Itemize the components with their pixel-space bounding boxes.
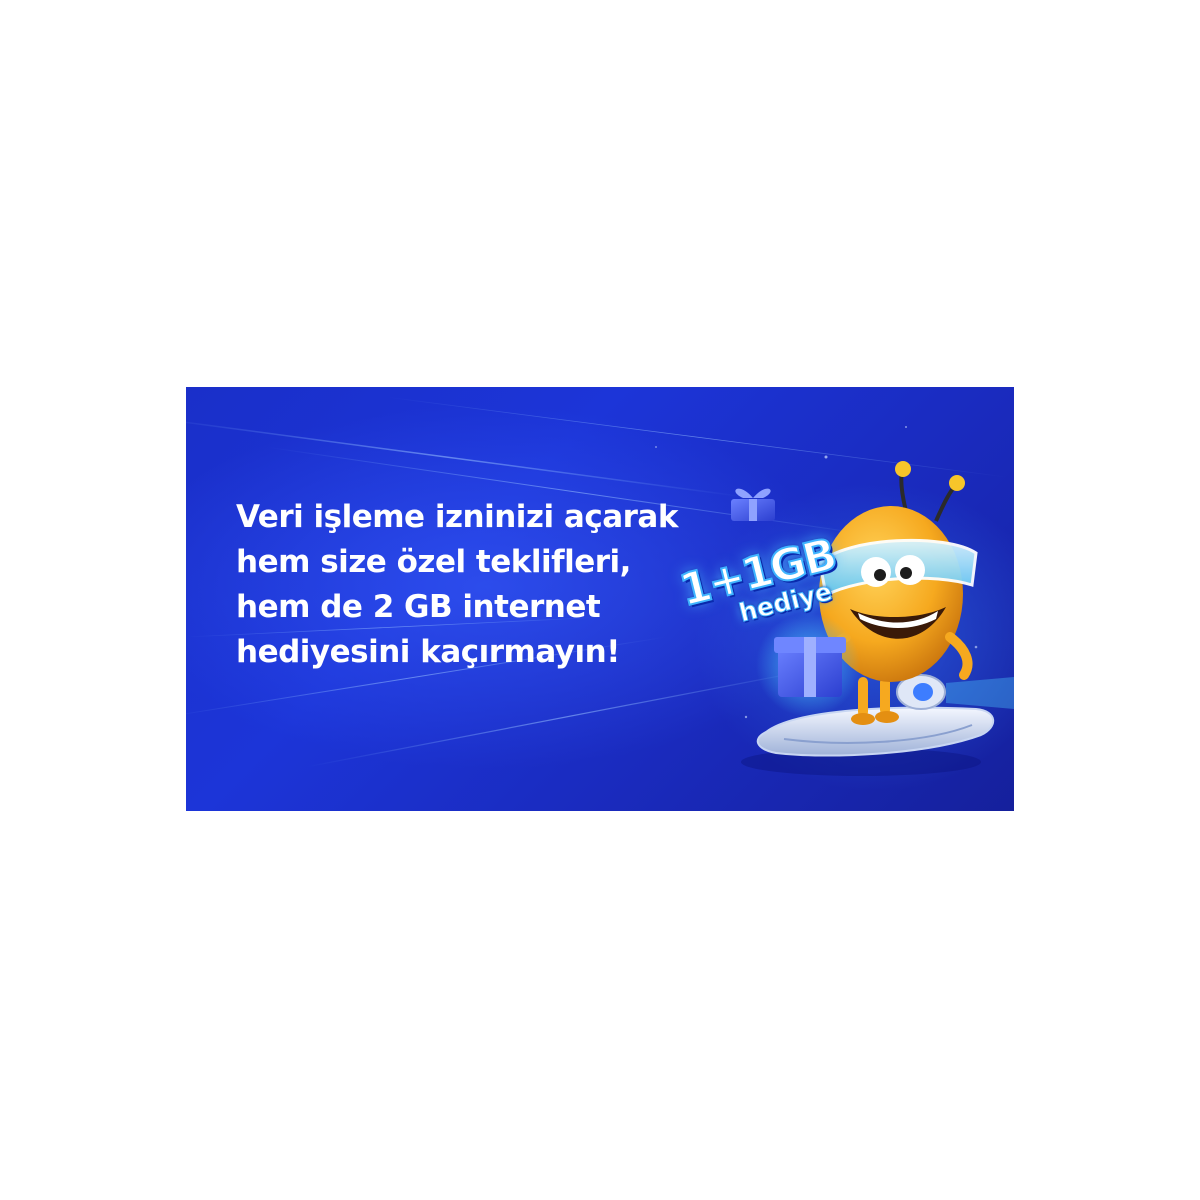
promo-banner[interactable]: Veri işleme izninizi açarak hem size öze…: [186, 387, 1014, 811]
mascot-illustration: [731, 461, 1014, 776]
gift-bow-icon: [731, 488, 775, 521]
page: Veri işleme izninizi açarak hem size öze…: [0, 0, 1200, 1200]
gift-box-icon: [756, 613, 860, 717]
